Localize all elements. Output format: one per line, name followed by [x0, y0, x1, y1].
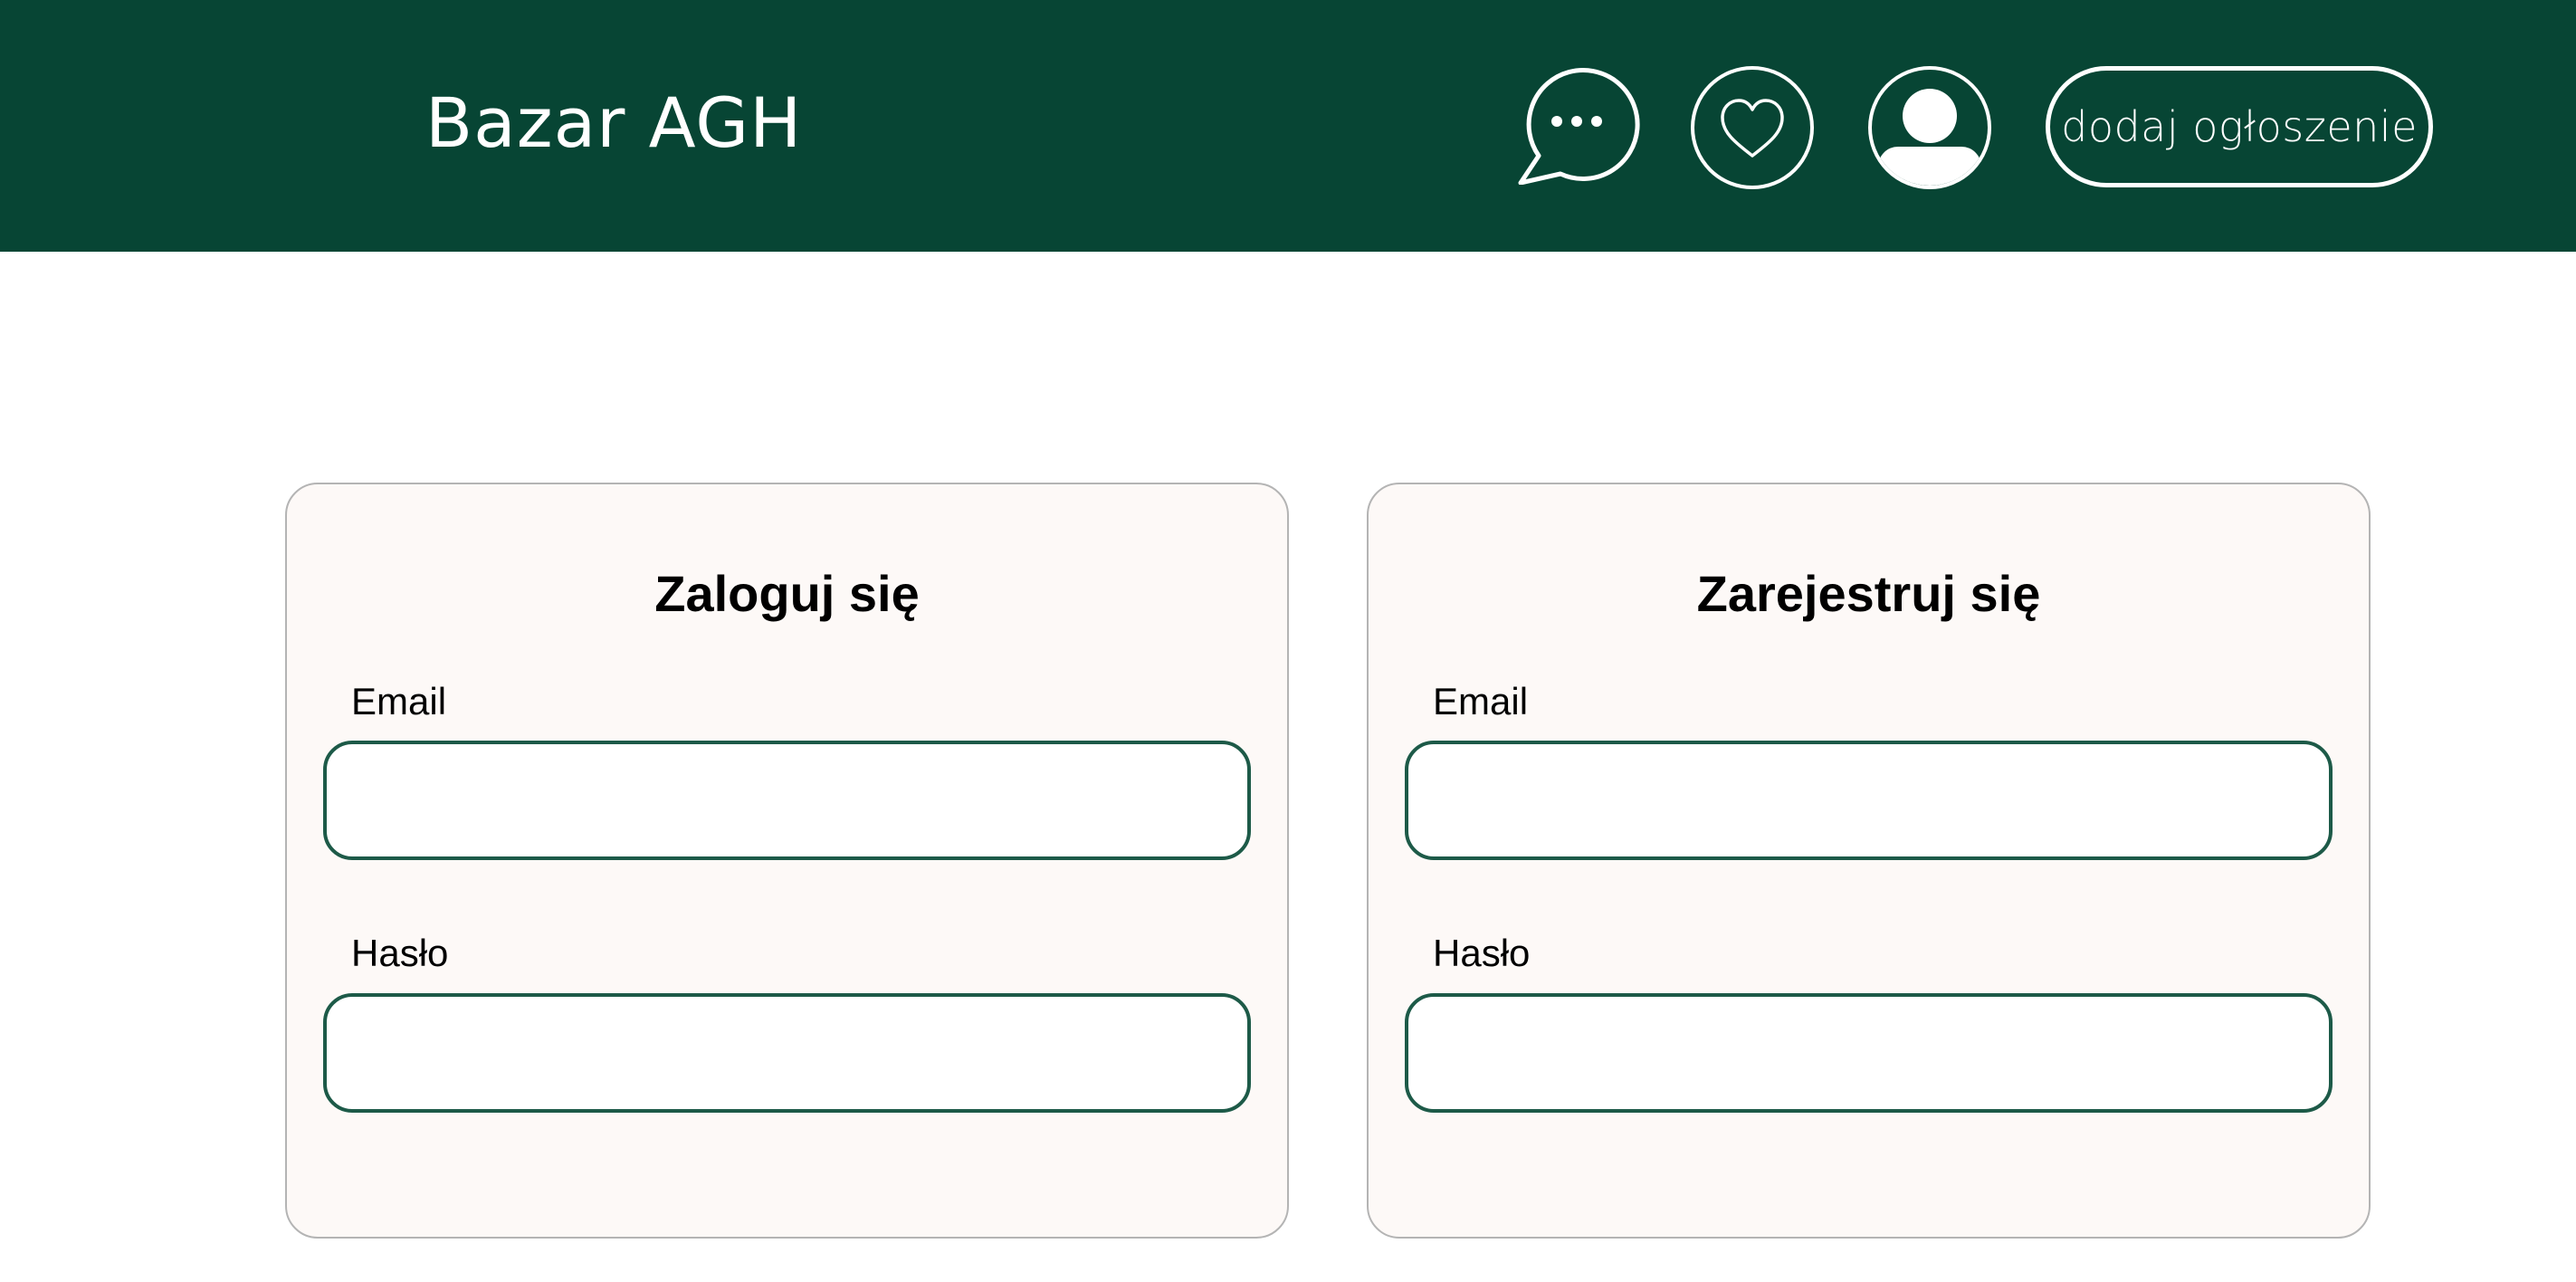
register-title: Zarejestruj się — [1696, 565, 2041, 622]
login-email-label: Email — [351, 680, 447, 722]
register-password-label: Hasło — [1433, 932, 1531, 974]
messages-button[interactable] — [1513, 65, 1640, 185]
favorites-button[interactable] — [1690, 65, 1815, 190]
login-title: Zaloguj się — [654, 565, 920, 622]
profile-button[interactable] — [1867, 65, 1992, 190]
chat-bubble-icon — [1518, 68, 1640, 185]
top-header: Bazar AGH dodaj ogłoszenie — [0, 0, 2576, 252]
heart-icon — [1691, 66, 1814, 189]
login-password-input[interactable] — [323, 993, 1251, 1113]
login-password-label: Hasło — [351, 932, 449, 974]
brand-logo[interactable]: Bazar AGH — [425, 76, 802, 170]
add-listing-button[interactable]: dodaj ogłoszenie — [2046, 66, 2433, 187]
user-icon — [1868, 66, 1991, 189]
login-card: Zaloguj się Email Hasło — [285, 483, 1289, 1239]
register-email-input[interactable] — [1405, 741, 2333, 860]
register-card: Zarejestruj się Email Hasło — [1367, 483, 2371, 1239]
register-password-input[interactable] — [1405, 993, 2333, 1113]
register-email-label: Email — [1433, 680, 1529, 722]
login-email-input[interactable] — [323, 741, 1251, 860]
